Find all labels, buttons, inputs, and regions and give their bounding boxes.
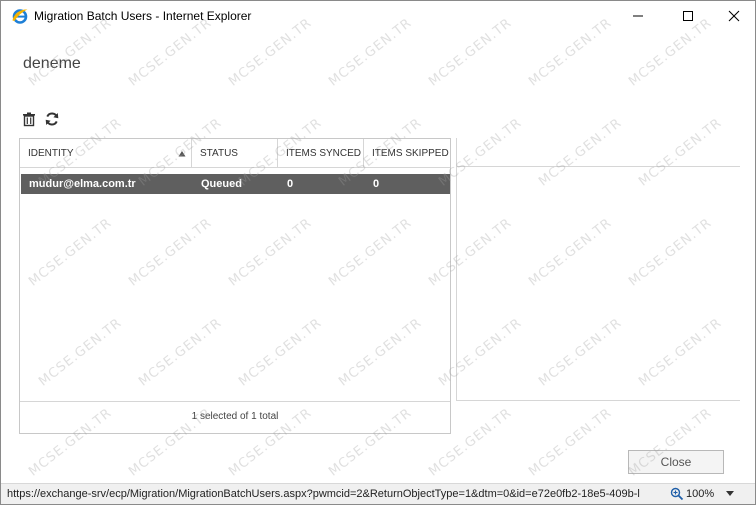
users-list-panel: IDENTITY STATUS ITEMS SYNCED ITEMS SKIPP…	[19, 138, 451, 434]
minimize-button[interactable]	[615, 1, 661, 31]
selection-count: 1 selected of 1 total	[191, 411, 279, 422]
column-header-items-skipped[interactable]: ITEMS SKIPPED	[364, 139, 450, 168]
details-pane-bottom-rule	[456, 400, 740, 401]
minimize-icon	[633, 15, 643, 17]
internet-explorer-icon	[12, 9, 28, 24]
status-url: https://exchange-srv/ecp/Migration/Migra…	[7, 488, 640, 500]
column-header-items-synced[interactable]: ITEMS SYNCED	[278, 139, 364, 168]
maximize-button[interactable]	[665, 1, 711, 31]
details-pane-separator	[456, 138, 457, 400]
close-icon	[728, 10, 740, 22]
details-pane	[456, 138, 740, 401]
ie-popup-window: Migration Batch Users - Internet Explore…	[0, 0, 756, 505]
page-title: deneme	[23, 55, 81, 72]
cell-items-synced: 0	[287, 178, 294, 190]
chevron-down-icon[interactable]	[726, 491, 734, 497]
cell-status: Queued	[201, 178, 242, 190]
close-button[interactable]: Close	[628, 450, 724, 474]
title-bar[interactable]: Migration Batch Users - Internet Explore…	[1, 1, 755, 31]
cell-items-skipped: 0	[373, 178, 380, 190]
table-row[interactable]: mudur@elma.com.tr Queued 0 0	[21, 174, 450, 194]
window-close-button[interactable]	[711, 1, 756, 31]
sort-ascending-icon	[178, 151, 186, 157]
status-bar: https://exchange-srv/ecp/Migration/Migra…	[1, 483, 755, 504]
table-header: IDENTITY STATUS ITEMS SYNCED ITEMS SKIPP…	[20, 139, 450, 168]
cell-identity: mudur@elma.com.tr	[29, 178, 136, 190]
details-pane-top-rule	[456, 166, 740, 167]
zoom-magnifier-icon[interactable]	[670, 487, 684, 501]
zoom-level[interactable]: 100%	[686, 488, 714, 500]
column-header-identity[interactable]: IDENTITY	[20, 139, 192, 168]
maximize-icon	[683, 11, 693, 21]
window-title: Migration Batch Users - Internet Explore…	[34, 9, 252, 23]
trash-icon[interactable]	[21, 111, 37, 127]
column-header-status[interactable]: STATUS	[192, 139, 278, 168]
refresh-icon[interactable]	[44, 111, 60, 127]
list-footer-divider	[20, 401, 450, 402]
